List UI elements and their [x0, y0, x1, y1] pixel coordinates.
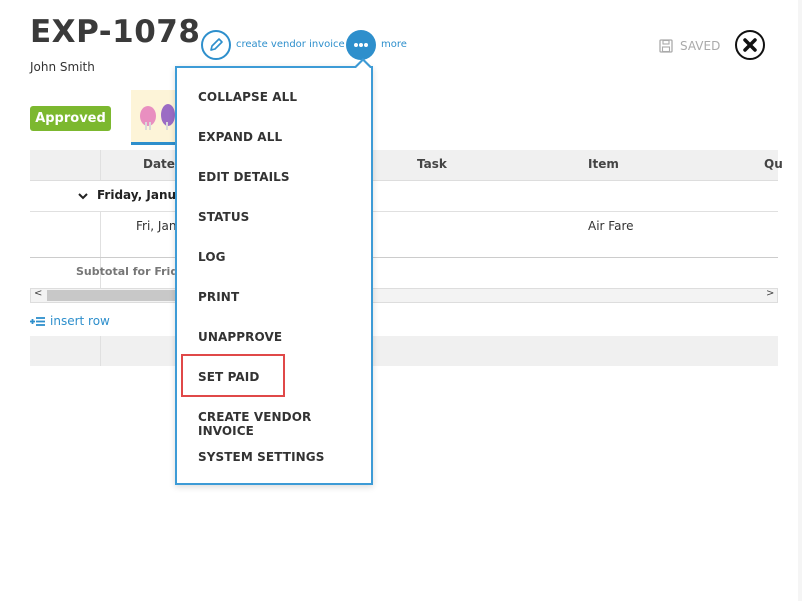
menu-item-expand-all[interactable]: EXPAND ALL	[198, 130, 282, 144]
vertical-scrollbar[interactable]	[798, 0, 802, 601]
floppy-disk-icon	[659, 38, 673, 57]
ellipsis-icon	[354, 43, 368, 47]
column-header-date[interactable]: Date	[143, 157, 175, 171]
scroll-right-arrow[interactable]: >	[766, 288, 774, 299]
menu-item-edit-details[interactable]: EDIT DETAILS	[198, 170, 290, 184]
pencil-icon	[210, 38, 223, 51]
scroll-left-arrow[interactable]: <	[34, 288, 42, 299]
more-button[interactable]	[346, 30, 376, 60]
create-vendor-invoice-button[interactable]	[201, 30, 231, 60]
close-icon	[743, 38, 757, 52]
menu-item-print[interactable]: PRINT	[198, 290, 239, 304]
row-item: Air Fare	[588, 219, 634, 233]
more-link[interactable]: more	[381, 39, 407, 50]
column-header-quantity[interactable]: Qu	[764, 157, 783, 171]
insert-row-link[interactable]: insert row	[30, 314, 110, 328]
table-group-row[interactable]: Friday, Janua	[30, 181, 778, 212]
close-button[interactable]	[735, 30, 765, 60]
subtotal-row: Subtotal for Frid	[30, 258, 778, 288]
menu-caret-inner	[356, 61, 370, 68]
menu-item-collapse-all[interactable]: COLLAPSE ALL	[198, 90, 297, 104]
menu-item-log[interactable]: LOG	[198, 250, 226, 264]
menu-item-status[interactable]: STATUS	[198, 210, 249, 224]
user-name: John Smith	[30, 60, 95, 74]
group-label: Friday, Janua	[97, 188, 185, 202]
menu-item-system-settings[interactable]: SYSTEM SETTINGS	[198, 450, 324, 464]
receipt-image	[140, 104, 175, 130]
horizontal-scrollbar[interactable]: < >	[30, 288, 778, 303]
table-row[interactable]: Fri, Jan Air Fare	[30, 212, 778, 258]
create-vendor-invoice-link[interactable]: create vendor invoice	[236, 39, 345, 50]
more-dropdown-menu: COLLAPSE ALL EXPAND ALL EDIT DETAILS STA…	[175, 66, 373, 485]
row-date: Fri, Jan	[136, 219, 177, 233]
column-header-task[interactable]: Task	[417, 157, 447, 171]
receipt-thumbnail[interactable]	[131, 90, 177, 145]
scrollbar-thumb[interactable]	[47, 290, 177, 301]
status-badge: Approved	[30, 106, 111, 131]
menu-item-unapprove[interactable]: UNAPPROVE	[198, 330, 282, 344]
set-paid-highlight-box	[181, 354, 285, 397]
menu-item-create-vendor-invoice[interactable]: CREATE VENDOR INVOICE	[198, 410, 371, 438]
subtotal-label: Subtotal for Frid	[76, 265, 179, 278]
table-footer-row	[30, 336, 778, 366]
column-header-item[interactable]: Item	[588, 157, 619, 171]
page-title: EXP-1078	[30, 14, 201, 50]
saved-status: SAVED	[680, 39, 721, 53]
insert-row-icon	[30, 316, 45, 326]
chevron-down-icon[interactable]	[78, 193, 88, 200]
table-header-row: Date Task Item Qu	[30, 150, 783, 181]
insert-row-label: insert row	[50, 314, 110, 328]
